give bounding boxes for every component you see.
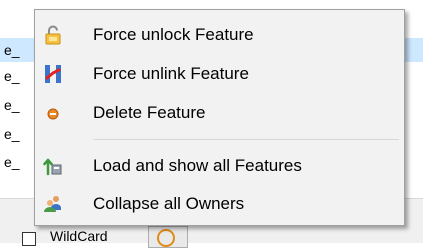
- delete-icon: [47, 108, 59, 120]
- wildcard-checkbox[interactable]: [22, 232, 36, 246]
- search-button[interactable]: [148, 226, 188, 248]
- menu-separator: [93, 139, 399, 140]
- menu-item-force-unlock[interactable]: Force unlock Feature: [35, 16, 404, 52]
- load-all-icon: [43, 158, 62, 176]
- unlink-icon: [45, 65, 61, 83]
- unlock-icon: [45, 25, 61, 45]
- collapse-owners-icon: [44, 196, 61, 212]
- menu-item-label: Force unlock Feature: [93, 25, 254, 44]
- menu-item-delete[interactable]: Delete Feature: [35, 94, 404, 130]
- menu-item-load-show-all[interactable]: Load and show all Features: [35, 147, 404, 183]
- search-icon: [157, 229, 175, 247]
- menu-item-collapse-owners[interactable]: Collapse all Owners: [35, 185, 404, 221]
- menu-item-label: Delete Feature: [93, 103, 206, 122]
- menu-item-force-unlink[interactable]: Force unlink Feature: [35, 55, 404, 91]
- menu-item-label: Force unlink Feature: [93, 64, 249, 83]
- context-menu: Force unlock Feature Force unlink Featur…: [34, 9, 405, 226]
- menu-item-label: Collapse all Owners: [93, 194, 245, 213]
- menu-item-label: Load and show all Features: [93, 156, 302, 175]
